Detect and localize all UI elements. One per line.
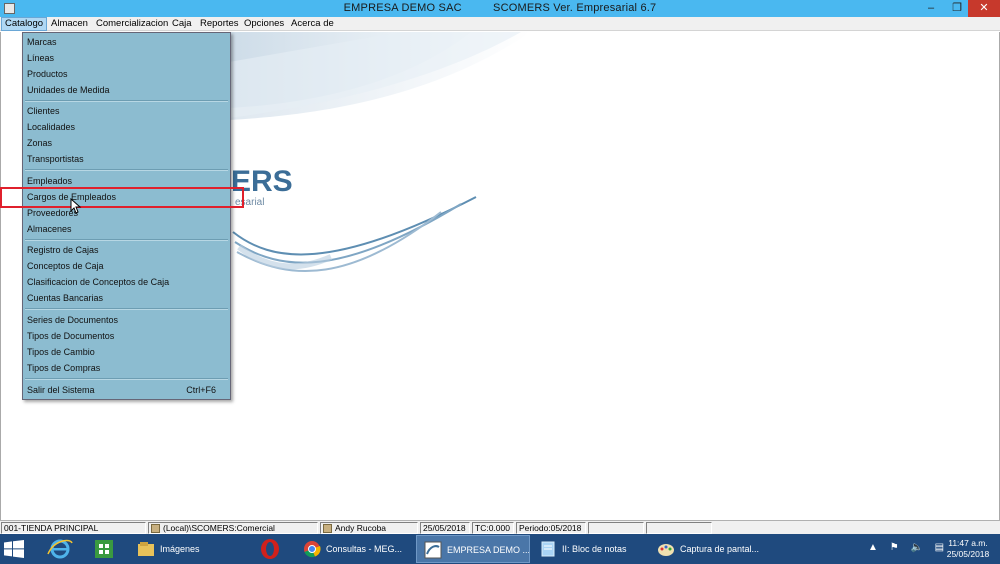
menu-opciones[interactable]: Opciones <box>241 17 287 31</box>
exit-label: Salir del Sistema <box>27 385 95 395</box>
task-bloc-de-notas[interactable]: II: Bloc de notas <box>532 535 648 563</box>
internet-explorer-icon[interactable] <box>42 536 78 562</box>
menu-almacen[interactable]: Almacen <box>48 17 91 31</box>
status-tc: TC:0.000 <box>472 522 514 534</box>
menu-caja[interactable]: Caja <box>169 17 195 31</box>
catalogo-dropdown-menu: Marcas Líneas Productos Unidades de Medi… <box>22 32 231 400</box>
task-empresa-demo[interactable]: EMPRESA DEMO ... <box>416 535 530 563</box>
clock-date: 25/05/2018 <box>946 549 990 559</box>
clock-time: 11:47 a.m. <box>948 538 988 548</box>
status-store: 001-TIENDA PRINCIPAL <box>1 522 146 534</box>
chrome-icon <box>304 541 321 558</box>
menu-separator <box>25 378 228 380</box>
menu-item-transportistas[interactable]: Transportistas <box>26 152 228 166</box>
menu-item-localidades[interactable]: Localidades <box>26 120 228 134</box>
menu-item-cuentas-bancarias[interactable]: Cuentas Bancarias <box>26 291 228 305</box>
menu-separator <box>25 169 228 171</box>
status-empty-2 <box>646 522 712 534</box>
menu-item-salir-sistema[interactable]: Salir del Sistema Ctrl+F6 <box>26 383 228 397</box>
paint-icon <box>658 544 674 556</box>
menu-separator <box>25 100 228 102</box>
menu-item-almacenes[interactable]: Almacenes <box>26 222 228 236</box>
menu-item-empleados[interactable]: Empleados <box>26 174 228 188</box>
menu-item-proveedores[interactable]: Proveedores <box>26 206 228 220</box>
window-title: EMPRESA DEMO SAC SCOMERS Ver. Empresaria… <box>0 2 1000 14</box>
menu-item-conceptos-caja[interactable]: Conceptos de Caja <box>26 259 228 273</box>
menu-item-marcas[interactable]: Marcas <box>26 35 228 49</box>
menu-item-series-documentos[interactable]: Series de Documentos <box>26 313 228 327</box>
database-icon <box>151 524 160 533</box>
task-imagenes[interactable]: Imágenes <box>130 535 250 563</box>
menu-item-zonas[interactable]: Zonas <box>26 136 228 150</box>
menu-item-clasificacion-conceptos[interactable]: Clasificacion de Conceptos de Caja <box>26 275 228 289</box>
menu-item-productos[interactable]: Productos <box>26 67 228 81</box>
menu-item-lineas[interactable]: Líneas <box>26 51 228 65</box>
windows-taskbar: Imágenes Consultas - MEG... EMPRESA DEMO… <box>0 534 1000 564</box>
status-date: 25/05/2018 <box>420 522 470 534</box>
menu-item-clientes[interactable]: Clientes <box>26 104 228 118</box>
highlight-annotation-box <box>0 187 244 208</box>
menu-item-unidades-medida[interactable]: Unidades de Medida <box>26 83 228 97</box>
menu-reportes[interactable]: Reportes <box>197 17 242 31</box>
folder-icon <box>138 542 154 556</box>
product-name: SCOMERS Ver. Empresarial 6.7 <box>493 2 657 14</box>
status-empty-1 <box>588 522 644 534</box>
tray-overflow-icon[interactable]: ▲ <box>868 542 878 553</box>
task-captura-pantalla[interactable]: Captura de pantal... <box>650 535 770 563</box>
menu-item-tipos-documentos[interactable]: Tipos de Documentos <box>26 329 228 343</box>
menu-item-tipos-cambio[interactable]: Tipos de Cambio <box>26 345 228 359</box>
status-period: Periodo:05/2018 <box>516 522 586 534</box>
minimize-button[interactable]: – <box>918 0 944 17</box>
restore-button[interactable]: ❐ <box>944 0 970 17</box>
menu-separator <box>25 308 228 310</box>
status-user: Andy Rucoba <box>320 522 418 534</box>
menu-item-registro-cajas[interactable]: Registro de Cajas <box>26 243 228 257</box>
menu-comercializacion[interactable]: Comercializacion <box>93 17 171 31</box>
store-icon[interactable] <box>86 536 122 562</box>
user-icon <box>323 524 332 533</box>
mouse-cursor-icon <box>70 198 82 214</box>
menu-acerca-de[interactable]: Acerca de <box>288 17 337 31</box>
exit-shortcut: Ctrl+F6 <box>186 385 216 395</box>
menu-item-tipos-compras[interactable]: Tipos de Compras <box>26 361 228 375</box>
flag-icon[interactable]: ⚑ <box>890 542 899 553</box>
scomers-app-icon <box>424 541 442 559</box>
status-bar: 001-TIENDA PRINCIPAL (Local)\SCOMERS:Com… <box>0 520 1000 534</box>
status-database: (Local)\SCOMERS:Comercial <box>148 522 318 534</box>
notepad-icon <box>541 541 555 557</box>
company-name: EMPRESA DEMO SAC <box>343 2 462 14</box>
task-consultas-chrome[interactable]: Consultas - MEG... <box>296 535 412 563</box>
menu-bar: Catalogo Almacen Comercializacion Caja R… <box>0 17 1000 31</box>
opera-icon[interactable] <box>252 536 288 562</box>
volume-icon[interactable]: 🔈 <box>910 542 922 553</box>
window-titlebar: EMPRESA DEMO SAC SCOMERS Ver. Empresaria… <box>0 0 1000 17</box>
menu-catalogo[interactable]: Catalogo <box>1 17 48 31</box>
close-button[interactable]: ✕ <box>968 0 1000 17</box>
system-clock[interactable]: 11:47 a.m. 25/05/2018 <box>940 538 996 560</box>
menu-separator <box>25 239 228 241</box>
windows-start-icon[interactable] <box>4 540 24 558</box>
